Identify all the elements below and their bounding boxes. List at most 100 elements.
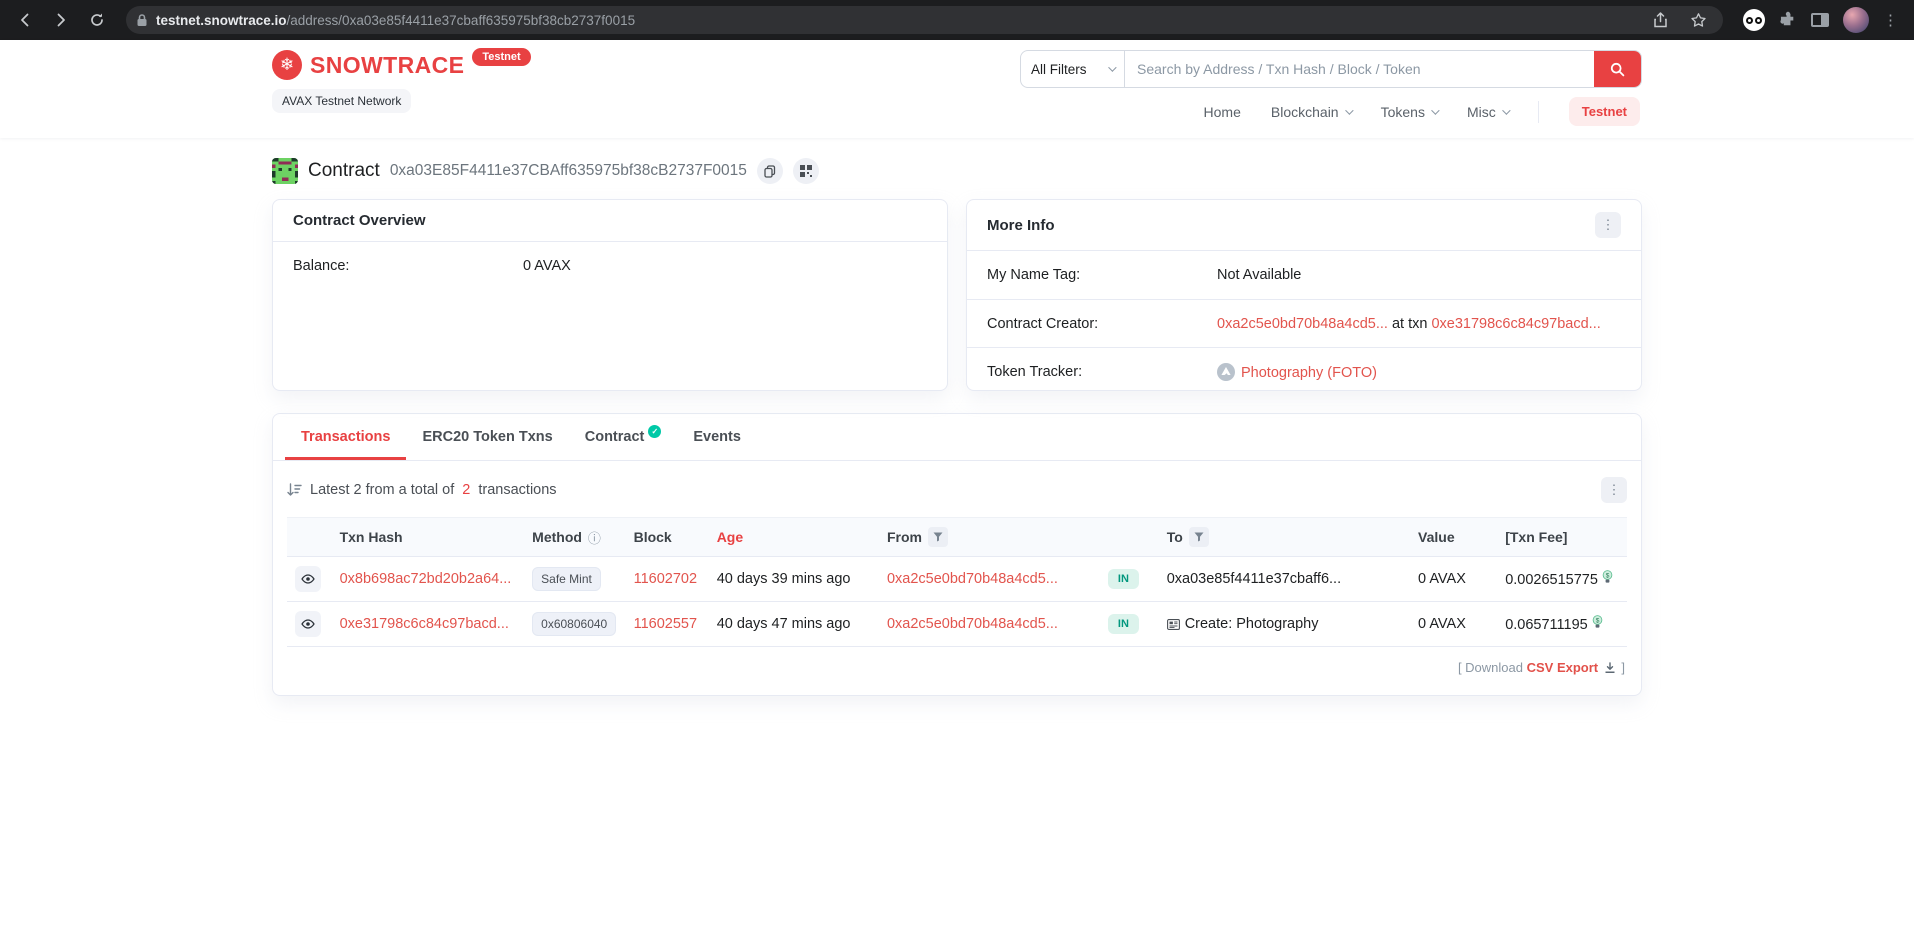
to-contract-creation: Create: Photography — [1185, 616, 1319, 632]
tab-events-label: Events — [693, 429, 741, 445]
search-filter-select[interactable]: All Filters — [1021, 51, 1125, 87]
tab-contract-label: Contract — [585, 429, 645, 445]
from-filter-button[interactable] — [928, 527, 948, 547]
token-tracker-link[interactable]: Photography (FOTO) — [1241, 365, 1377, 381]
url-domain: testnet.snowtrace.io — [156, 13, 287, 28]
gas-bulb-icon[interactable]: $ — [1602, 570, 1613, 584]
direction-badge: IN — [1108, 614, 1139, 634]
method-badge[interactable]: Safe Mint — [532, 567, 601, 591]
value-amount: 0 AVAX — [1418, 571, 1466, 587]
token-tracker-row: Token Tracker: Photography (FOTO) — [967, 347, 1641, 395]
back-button[interactable] — [10, 5, 40, 35]
main-content: Contract 0xa03E85F4411e37CBAff635975bf38… — [272, 158, 1642, 696]
col-header-to: To — [1159, 518, 1410, 557]
contract-verified-icon: ✓ — [648, 425, 661, 438]
browser-profile-avatar[interactable] — [1843, 7, 1869, 33]
creator-address-link[interactable]: 0xa2c5e0bd70b48a4cd5... — [1217, 316, 1388, 332]
snowtrace-logo[interactable]: ❄ SNOWTRACE Testnet — [272, 50, 531, 80]
contract-blockie-avatar — [272, 158, 298, 184]
nav-blockchain-label: Blockchain — [1271, 104, 1339, 120]
col-header-txn-hash: Txn Hash — [332, 518, 525, 557]
search-button[interactable] — [1594, 51, 1641, 87]
contract-address: 0xa03E85F4411e37CBAff635975bf38cB2737F00… — [390, 162, 747, 180]
creator-txn-link[interactable]: 0xe31798c6c84c97bacd... — [1431, 316, 1600, 332]
csv-suffix: ] — [1621, 660, 1625, 675]
tab-contract[interactable]: Contract✓ — [569, 414, 678, 460]
nav-testnet-button[interactable]: Testnet — [1569, 97, 1640, 126]
from-address-link[interactable]: 0xa2c5e0bd70b48a4cd5... — [887, 571, 1058, 587]
nav-item-misc[interactable]: Misc — [1467, 104, 1508, 120]
search-filter-value: All Filters — [1031, 62, 1087, 77]
chevron-down-icon — [1431, 106, 1439, 114]
forward-button[interactable] — [46, 5, 76, 35]
name-tag-row: My Name Tag: Not Available — [967, 251, 1641, 299]
tab-events[interactable]: Events — [677, 414, 757, 460]
nav-item-blockchain[interactable]: Blockchain — [1271, 104, 1351, 120]
value-amount: 0 AVAX — [1418, 616, 1466, 632]
balance-label: Balance: — [293, 258, 523, 274]
col-header-age[interactable]: Age — [709, 518, 879, 557]
summary-text-prefix: Latest 2 from a total of — [310, 482, 454, 498]
search-input[interactable] — [1125, 51, 1594, 87]
csv-export-link[interactable]: CSV Export — [1527, 660, 1599, 675]
nav-item-tokens[interactable]: Tokens — [1381, 104, 1437, 120]
tab-erc20-token-txns[interactable]: ERC20 Token Txns — [406, 414, 568, 460]
tx-preview-button[interactable] — [295, 611, 321, 637]
token-tracker-label: Token Tracker: — [987, 364, 1217, 380]
search-bar: All Filters — [1020, 50, 1642, 88]
url-bar[interactable]: testnet.snowtrace.io/address/0xa03e85f44… — [126, 6, 1723, 34]
to-filter-button[interactable] — [1189, 527, 1209, 547]
gas-bulb-icon[interactable]: $ — [1592, 615, 1603, 629]
transactions-panel: Transactions ERC20 Token Txns Contract✓ … — [272, 413, 1642, 696]
chevron-down-icon — [1108, 63, 1116, 71]
block-link[interactable]: 11602557 — [634, 616, 697, 632]
nav-divider — [1538, 101, 1539, 123]
summary-text-suffix: transactions — [478, 482, 556, 498]
block-link[interactable]: 11602702 — [634, 571, 697, 587]
reload-icon — [89, 12, 105, 28]
info-icon[interactable]: ⓘ — [588, 528, 601, 547]
more-info-menu-button[interactable]: ⋮ — [1595, 212, 1621, 238]
chevron-down-icon — [1345, 106, 1353, 114]
nav-home-label: Home — [1204, 104, 1241, 120]
balance-value: 0 AVAX — [523, 258, 571, 274]
browser-extensions-area: ⋮ — [1737, 7, 1904, 33]
browser-menu-icon[interactable]: ⋮ — [1883, 13, 1898, 28]
txn-hash-link[interactable]: 0x8b698ac72bd20b2a64... — [340, 571, 512, 587]
main-nav: Home Blockchain Tokens Misc Testnet — [1204, 97, 1642, 126]
tx-preview-button[interactable] — [295, 566, 321, 592]
bookmark-button[interactable] — [1683, 5, 1713, 35]
col-header-method: Methodⓘ — [524, 518, 625, 557]
transactions-menu-button[interactable]: ⋮ — [1601, 477, 1627, 503]
tab-transactions[interactable]: Transactions — [285, 414, 406, 460]
nav-item-home[interactable]: Home — [1204, 104, 1241, 120]
lock-icon — [136, 13, 148, 27]
csv-prefix: [ Download — [1458, 660, 1523, 675]
age-value: 40 days 47 mins ago — [717, 616, 851, 632]
sidebar-toggle-icon[interactable] — [1811, 13, 1829, 27]
svg-text:$: $ — [1595, 617, 1599, 624]
download-icon — [1604, 662, 1616, 674]
network-label: AVAX Testnet Network — [272, 89, 411, 113]
url-path: /address/0xa03e85f4411e37cbaff635975bf38… — [287, 13, 636, 28]
table-header-row: Txn Hash Methodⓘ Block Age From To Value… — [287, 518, 1627, 557]
star-icon — [1690, 12, 1707, 28]
qr-code-button[interactable] — [793, 158, 819, 184]
snowtrace-logo-icon: ❄ — [272, 50, 302, 80]
copy-address-button[interactable] — [757, 158, 783, 184]
method-badge[interactable]: 0x60806040 — [532, 612, 616, 636]
from-address-link[interactable]: 0xa2c5e0bd70b48a4cd5... — [887, 616, 1058, 632]
age-value: 40 days 39 mins ago — [717, 571, 851, 587]
extensions-puzzle-icon[interactable] — [1779, 11, 1797, 29]
owl-extension-icon[interactable] — [1743, 9, 1765, 31]
col-header-value: Value — [1410, 518, 1497, 557]
logo-text: SNOWTRACE — [310, 52, 464, 79]
share-button[interactable] — [1645, 5, 1675, 35]
txn-hash-link[interactable]: 0xe31798c6c84c97bacd... — [340, 616, 509, 632]
reload-button[interactable] — [82, 5, 112, 35]
contract-creation-icon — [1167, 619, 1180, 630]
sort-icon — [287, 483, 302, 497]
chevron-down-icon — [1502, 106, 1510, 114]
site-header: ❄ SNOWTRACE Testnet AVAX Testnet Network… — [0, 40, 1914, 138]
name-tag-value: Not Available — [1217, 267, 1301, 283]
